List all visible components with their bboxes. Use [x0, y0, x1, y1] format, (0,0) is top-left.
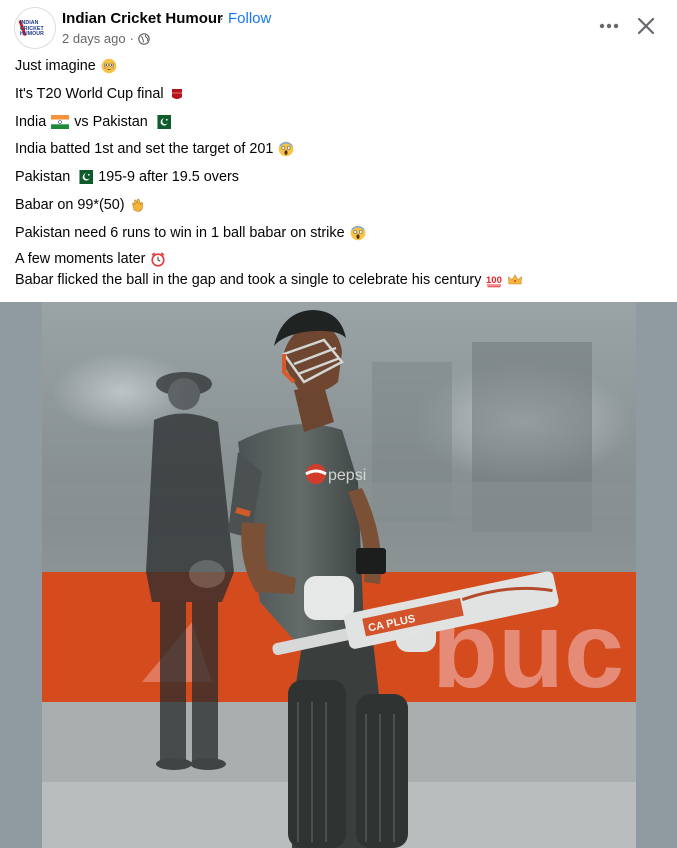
- pakistan-flag-icon: [75, 170, 94, 184]
- post-line: Babar flicked the ball in the gap and to…: [15, 272, 523, 288]
- cricket-photo-illustration: buc pepsi CA PLUS: [42, 302, 636, 848]
- svg-text:100: 100: [486, 275, 502, 286]
- post-line: Babar on 99*(50): [15, 197, 146, 213]
- line-text: 195-9 after 19.5 overs: [98, 169, 239, 185]
- line-text: Pakistan: [15, 169, 71, 185]
- post-photo[interactable]: buc pepsi CA PLUS: [42, 302, 636, 848]
- crown-emoji: [508, 274, 523, 285]
- screaming-face-emoji: [279, 141, 294, 157]
- flushed-face-emoji: [101, 58, 117, 74]
- more-options-button[interactable]: [592, 12, 626, 40]
- post-line: Pakistan 195-9 after 19.5 overs: [15, 169, 239, 185]
- post-line: India vs Pakistan: [15, 114, 171, 130]
- more-options-icon: [599, 23, 619, 29]
- follow-button[interactable]: Follow: [228, 10, 271, 27]
- post-line: Pakistan need 6 runs to win in 1 ball ba…: [15, 225, 366, 241]
- close-button[interactable]: [630, 10, 662, 42]
- line-text: Babar flicked the ball in the gap and to…: [15, 272, 482, 288]
- post-line: Just imagine: [15, 58, 117, 74]
- avatar-logo-text: INDIAN CRICKET HUMOUR: [20, 20, 44, 38]
- meta-separator: ·: [129, 31, 134, 46]
- page-name[interactable]: Indian Cricket Humour: [62, 10, 223, 27]
- post-header: INDIAN CRICKET HUMOUR Indian Cricket Hum…: [0, 0, 677, 56]
- line-text: vs Pakistan: [74, 114, 148, 130]
- hundred-points-emoji: 100: [486, 275, 502, 288]
- red-ball-emoji: [171, 89, 182, 99]
- timestamp[interactable]: 2 days ago: [62, 31, 126, 46]
- post-line: India batted 1st and set the target of 2…: [15, 141, 294, 157]
- alarm-clock-emoji: [151, 252, 165, 267]
- line-text: Just imagine: [15, 58, 96, 74]
- post-line: A few moments later: [15, 251, 166, 267]
- pakistan-flag-icon: [152, 115, 171, 129]
- line-text: India: [15, 114, 47, 130]
- line-text: India batted 1st and set the target of 2…: [15, 141, 274, 157]
- clapping-hands-emoji: [131, 198, 143, 212]
- post-media[interactable]: buc pepsi CA PLUS: [0, 302, 677, 848]
- facebook-post: INDIAN CRICKET HUMOUR Indian Cricket Hum…: [0, 0, 677, 848]
- india-flag-icon: [51, 115, 70, 129]
- post-line: It's T20 World Cup final: [15, 86, 185, 102]
- close-icon: [637, 17, 655, 35]
- separator-dot: ·: [219, 10, 224, 27]
- page-avatar[interactable]: INDIAN CRICKET HUMOUR: [14, 7, 56, 49]
- post-meta: 2 days ago ·: [62, 31, 150, 46]
- globe-icon[interactable]: [138, 32, 150, 45]
- line-text: Babar on 99*(50): [15, 197, 125, 213]
- line-text: Pakistan need 6 runs to win in 1 ball ba…: [15, 225, 345, 241]
- screaming-face-emoji: [350, 225, 365, 241]
- line-text: A few moments later: [15, 251, 146, 267]
- line-text: It's T20 World Cup final: [15, 86, 164, 102]
- jersey-text: pepsi: [328, 467, 366, 484]
